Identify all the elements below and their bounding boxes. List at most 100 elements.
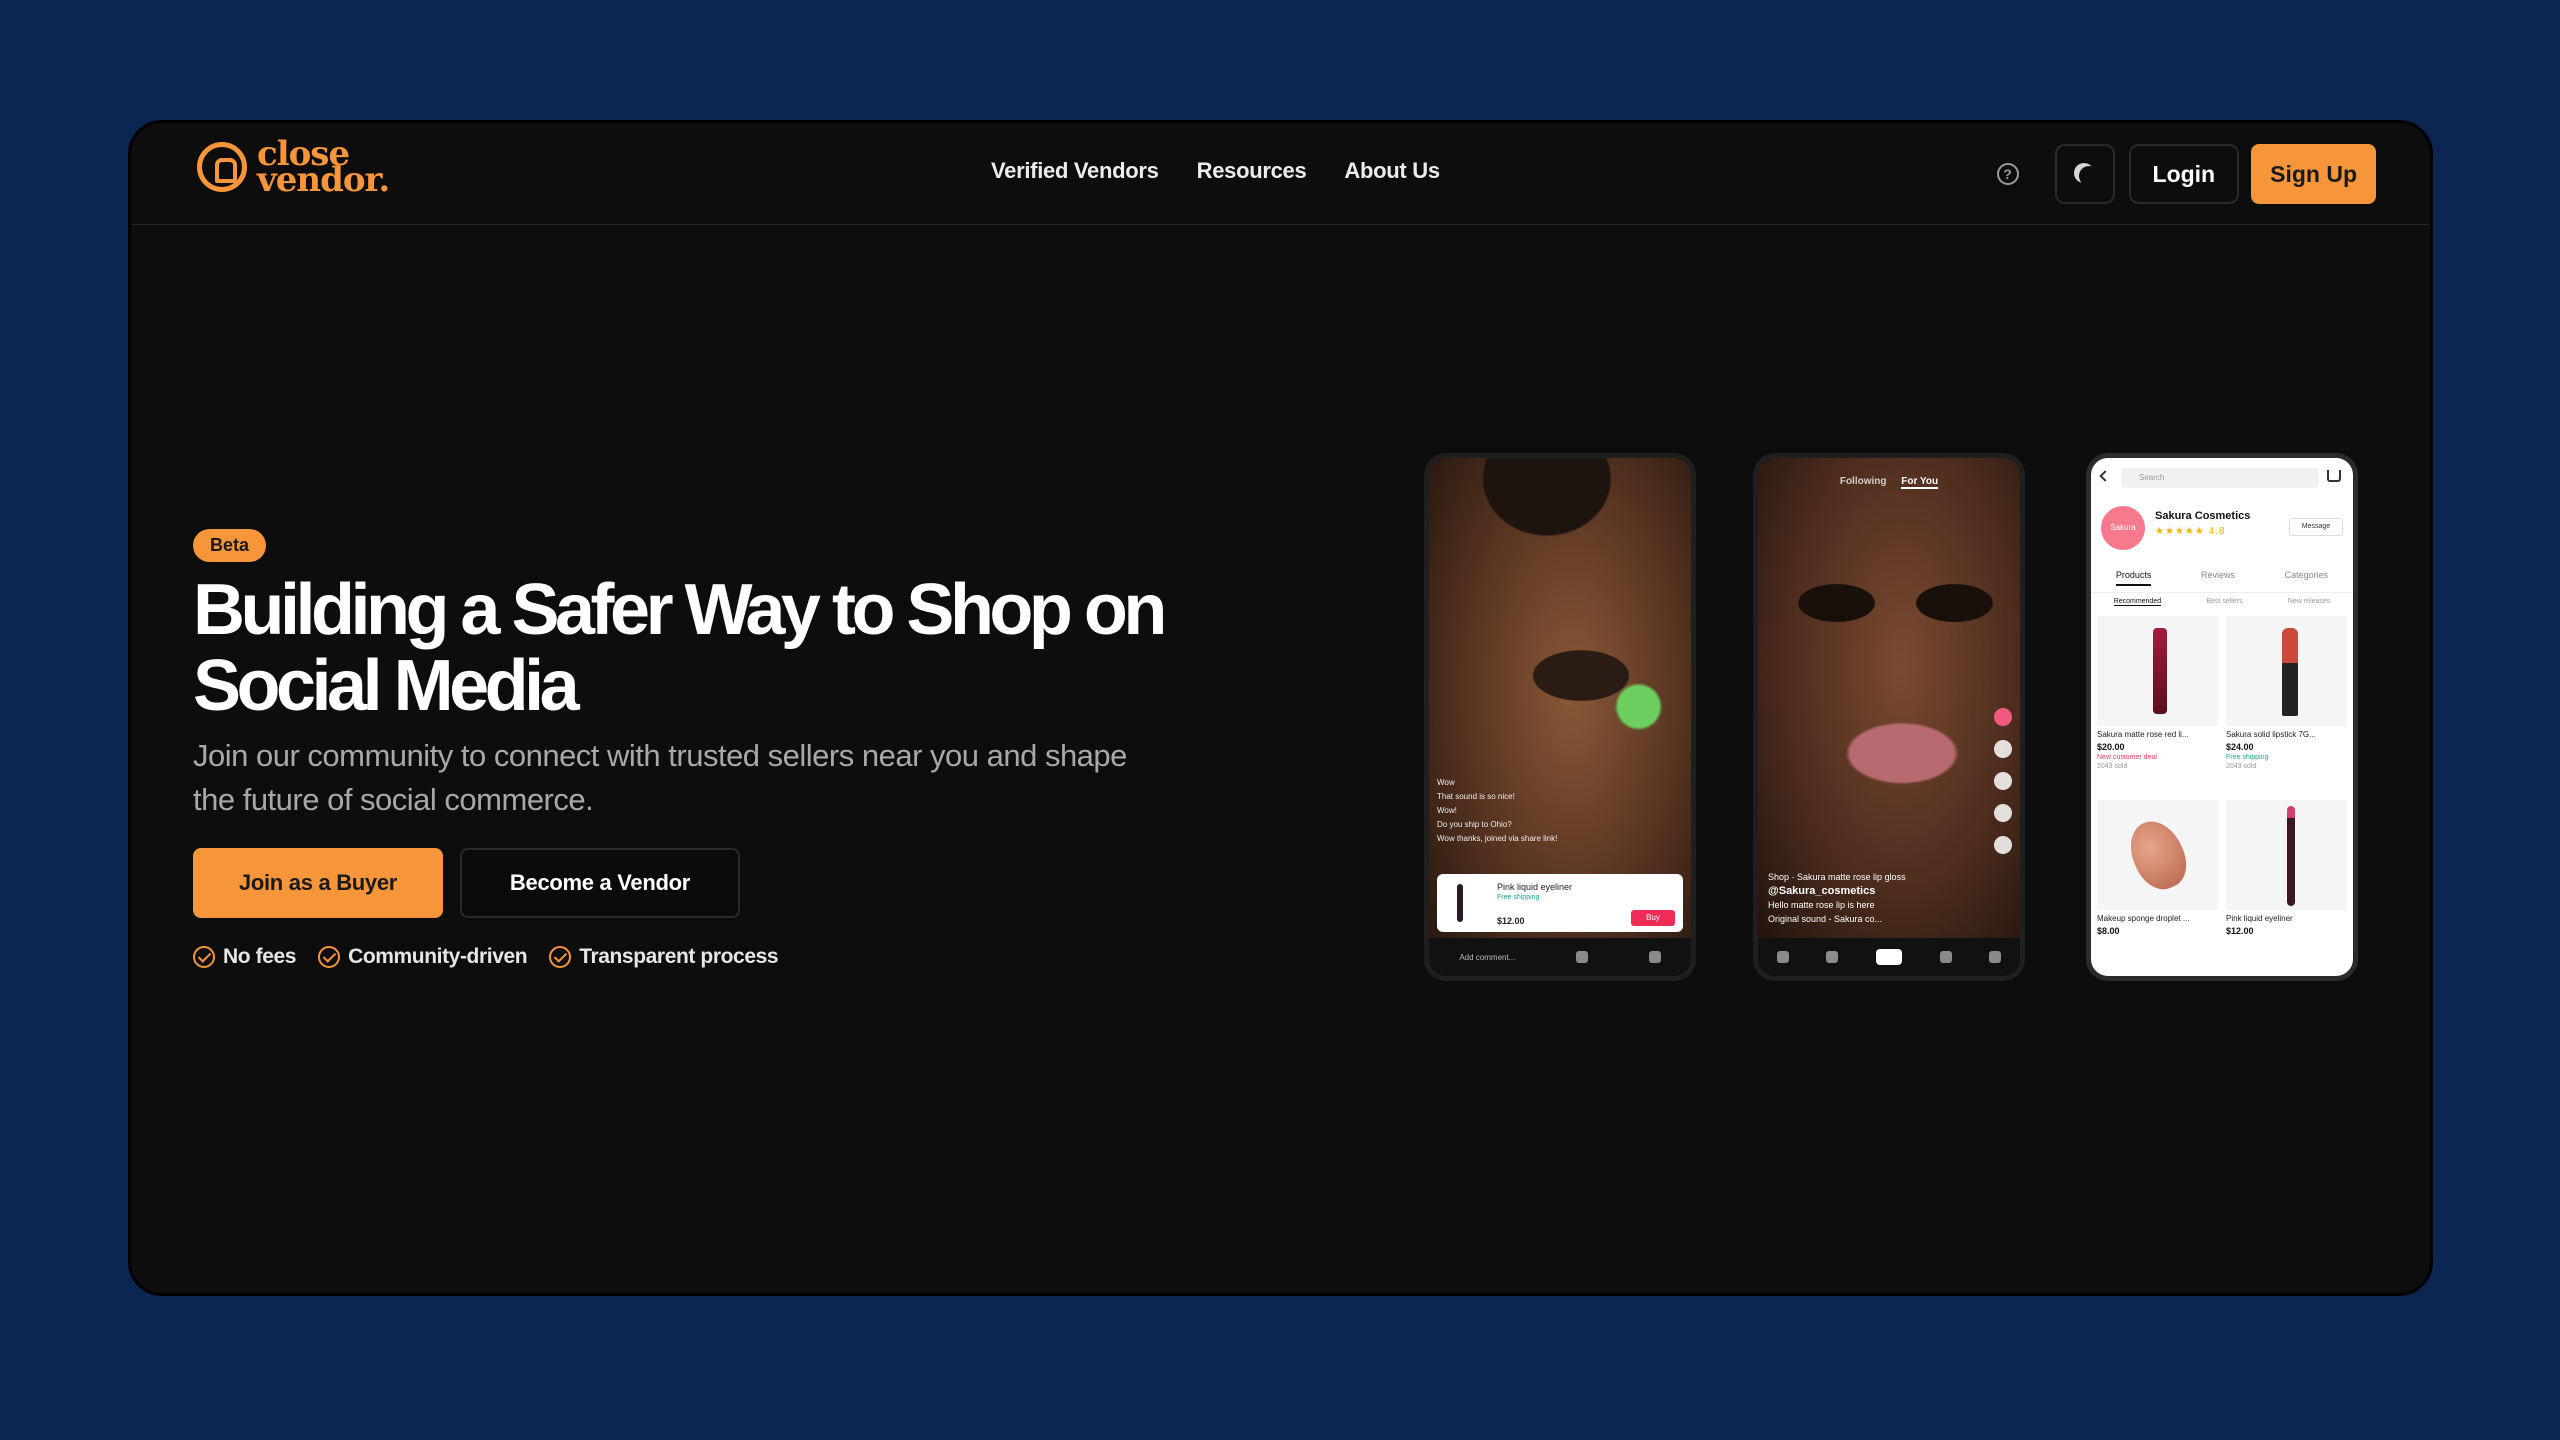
shop-rating: ★★★★★ 4.8	[2155, 526, 2226, 537]
feature-item: Community-driven	[318, 945, 528, 969]
live-product-card: Pink liquid eyeliner Free shipping $12.0…	[1437, 874, 1683, 932]
product-price: $8.00	[2097, 926, 2120, 936]
product-price: $20.00	[2097, 742, 2125, 752]
app-window: close vendor. Verified Vendors Resources…	[128, 120, 2433, 1296]
home-icon	[1776, 951, 1789, 963]
bookmark-icon	[1994, 804, 2012, 822]
product-image	[2097, 800, 2218, 910]
product-tile: Makeup sponge droplet ... $8.00	[2097, 800, 2218, 976]
product-price: $12.00	[1497, 916, 1525, 926]
signup-button[interactable]: Sign Up	[2251, 144, 2376, 204]
check-circle-icon	[318, 946, 341, 968]
tab-categories: Categories	[2284, 570, 2329, 580]
create-icon	[1875, 949, 1902, 965]
feature-label: Community-driven	[348, 945, 528, 968]
video-description: Hello matte rose lip is here	[1768, 900, 1875, 910]
gift-icon	[1576, 951, 1589, 963]
brand-wordmark: close vendor.	[257, 137, 390, 200]
chat-message: That sound is so nice!	[1437, 792, 1515, 801]
live-chat: Wow That sound is so nice! Wow! Do you s…	[1437, 776, 1637, 846]
chat-message: Wow thanks, joined via share link!	[1437, 834, 1558, 843]
product-price: $12.00	[2226, 926, 2254, 936]
top-navbar: close vendor. Verified Vendors Resources…	[131, 123, 2430, 225]
creator-handle: @Sakura_cosmetics	[1768, 885, 1876, 897]
check-circle-icon	[193, 946, 215, 968]
hero-title: Building a Safer Way to Shop on Social M…	[193, 570, 1167, 726]
subtab-new-releases: New releases	[2287, 598, 2331, 605]
cart-icon	[2327, 470, 2341, 482]
join-as-buyer-button[interactable]: Join as a Buyer	[193, 848, 443, 918]
avatar-icon	[1994, 708, 2012, 726]
sponge-image	[2120, 812, 2196, 898]
share-icon	[1994, 836, 2012, 854]
phone-mockup-live: Wow That sound is so nice! Wow! Do you s…	[1424, 453, 1696, 981]
product-name: Sakura matte rose red li...	[2097, 730, 2189, 739]
shop-subtabs: Recommended Best sellers New releases	[2091, 598, 2353, 606]
feature-item: Transparent process	[549, 945, 779, 969]
feature-item: No fees	[193, 945, 296, 969]
beta-badge: Beta	[193, 529, 267, 562]
nav-verified-vendors[interactable]: Verified Vendors	[991, 158, 1159, 184]
product-sold: 2043 sold	[2226, 763, 2257, 770]
logo-icon	[197, 142, 247, 192]
comment-icon	[1994, 772, 2012, 790]
login-button[interactable]: Login	[2128, 144, 2240, 204]
chat-message: Wow	[1437, 778, 1455, 787]
product-image	[2226, 800, 2347, 910]
help-circle-icon[interactable]: ?	[1996, 163, 2019, 185]
theme-toggle-button[interactable]	[2054, 144, 2115, 204]
nav-about-us[interactable]: About Us	[1344, 158, 1440, 184]
check-circle-icon	[549, 946, 572, 968]
product-name: Pink liquid eyeliner	[2226, 914, 2293, 923]
comment-placeholder: Add comment...	[1459, 952, 1516, 962]
heart-icon	[1994, 740, 2012, 758]
product-name: Sakura solid lipstick 7G...	[2226, 730, 2316, 739]
product-tag: Free shipping	[2226, 754, 2269, 761]
inbox-icon	[1939, 951, 1952, 963]
product-price: $24.00	[2226, 742, 2254, 752]
sound-label: Original sound - Sakura co...	[1768, 914, 1883, 924]
tab-following: Following	[1839, 476, 1887, 487]
product-name: Makeup sponge droplet ...	[2097, 914, 2190, 923]
header-actions: ? Login Sign Up	[1996, 144, 2376, 204]
lip-gloss-image	[2152, 628, 2167, 714]
tab-reviews: Reviews	[2200, 570, 2235, 580]
product-tile: Sakura solid lipstick 7G... $24.00 Free …	[2226, 616, 2347, 792]
brand-line-2: vendor.	[257, 160, 390, 200]
profile-icon	[1989, 951, 2002, 963]
become-vendor-button[interactable]: Become a Vendor	[460, 848, 740, 918]
feature-label: Transparent process	[579, 945, 779, 968]
share-icon	[1648, 951, 1661, 963]
lipstick-image	[2281, 628, 2298, 716]
product-tag: New customer deal	[2097, 754, 2157, 761]
subtab-recommended: Recommended	[2113, 598, 2162, 606]
brand-logo[interactable]: close vendor.	[197, 137, 390, 200]
feed-bottom-nav	[1758, 938, 2020, 976]
shop-name: Sakura Cosmetics	[2155, 510, 2251, 522]
product-sold: 2043 sold	[2097, 763, 2128, 770]
buy-button: Buy	[1631, 910, 1675, 926]
chat-message: Wow!	[1437, 806, 1457, 815]
feature-list: No fees Community-driven Transparent pro…	[193, 945, 1363, 969]
message-button: Message	[2289, 518, 2343, 536]
feed-tabs: Following For You	[1758, 476, 2020, 489]
hero-cta-group: Join as a Buyer Become a Vendor	[193, 848, 1363, 918]
tab-products: Products	[2115, 570, 2152, 586]
moon-icon	[2079, 166, 2099, 186]
product-grid: Sakura matte rose red li... $20.00 New c…	[2097, 616, 2347, 976]
subtab-best-sellers: Best sellers	[2206, 598, 2243, 605]
feed-caption: Shop · Sakura matte rose lip gloss @Saku…	[1768, 870, 1988, 926]
eyeliner-image	[2286, 806, 2295, 906]
shop-search-bar: Search	[2121, 468, 2319, 488]
live-bottom-bar: Add comment...	[1429, 938, 1691, 976]
feed-side-actions	[1994, 708, 2012, 854]
hero-section: Beta Building a Safer Way to Shop on Soc…	[193, 529, 1363, 969]
nav-resources[interactable]: Resources	[1197, 158, 1307, 184]
friends-icon	[1826, 951, 1839, 963]
shop-avatar: Sakura	[2101, 506, 2145, 550]
product-link: Shop · Sakura matte rose lip gloss	[1768, 872, 1906, 882]
eyeliner-thumbnail	[1457, 884, 1463, 922]
feature-label: No fees	[223, 945, 297, 968]
main-nav: Verified Vendors Resources About Us	[991, 158, 1440, 184]
back-icon	[2099, 470, 2111, 482]
